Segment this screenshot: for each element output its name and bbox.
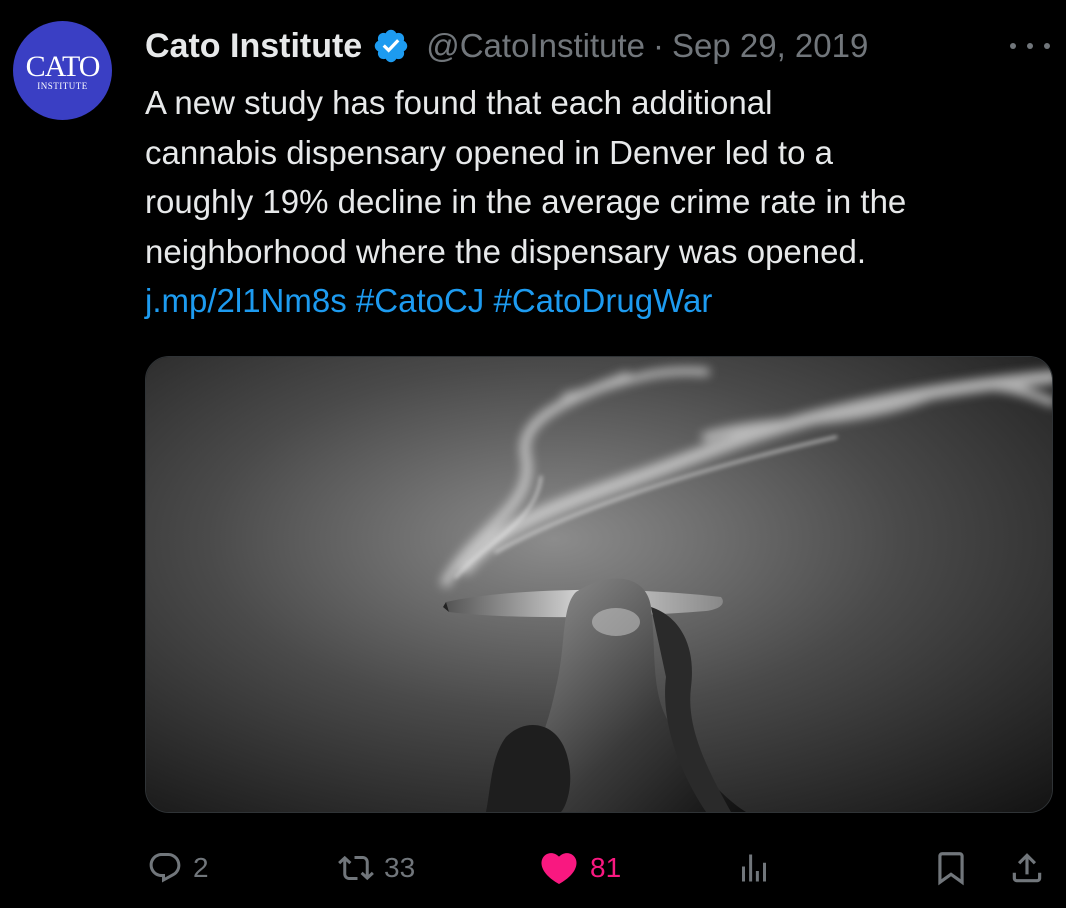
tweet-text-line: neighborhood where the dispensary was op…: [145, 232, 867, 270]
avatar-logo-subtext: INSTITUTE: [37, 81, 88, 91]
hashtag-link[interactable]: #CatoDrugWar: [493, 282, 712, 319]
views-icon: [736, 850, 772, 886]
tweet-header: Cato Institute @CatoInstitute · Sep 29, …: [145, 24, 868, 68]
tweet-text-line: cannabis dispensary opened in Denver led…: [145, 133, 833, 171]
author-handle[interactable]: @CatoInstitute: [426, 27, 645, 65]
reply-button[interactable]: 2: [147, 848, 209, 888]
heart-icon: [538, 847, 580, 889]
tweet-link[interactable]: j.mp/2l1Nm8s: [145, 282, 347, 319]
retweet-count: 33: [384, 852, 416, 883]
hashtag-link[interactable]: #CatoCJ: [356, 282, 484, 319]
action-bar: 2 33 81: [0, 838, 1066, 898]
tweet-text-line: roughly 19% decline in the average crime…: [145, 183, 907, 220]
author-name[interactable]: Cato Institute: [145, 27, 362, 66]
bookmark-button[interactable]: [932, 848, 970, 888]
retweet-icon: [338, 850, 374, 886]
like-button[interactable]: 81: [538, 848, 621, 888]
retweet-button[interactable]: 33: [338, 848, 415, 888]
reply-count: 2: [193, 852, 209, 883]
tweet-date[interactable]: Sep 29, 2019: [672, 27, 868, 65]
tweet-image[interactable]: [145, 356, 1053, 813]
avatar[interactable]: CATO INSTITUTE: [13, 21, 112, 120]
tweet-text: A new study has found that each addition…: [145, 78, 1045, 326]
image-joint-smoke: [146, 357, 1052, 812]
more-options-icon[interactable]: [1010, 34, 1050, 58]
share-icon: [1008, 849, 1046, 887]
tweet[interactable]: CATO INSTITUTE Cato Institute @CatoInsti…: [0, 0, 1066, 908]
share-button[interactable]: [1008, 848, 1046, 888]
reply-icon: [147, 850, 183, 886]
bookmark-icon: [932, 849, 970, 887]
like-count: 81: [590, 852, 622, 883]
separator-dot: ·: [653, 27, 664, 64]
avatar-logo-text: CATO: [25, 50, 101, 83]
views-button[interactable]: [736, 848, 772, 888]
verified-badge-icon[interactable]: [372, 27, 410, 65]
tweet-text-line: A new study has found that each addition…: [145, 84, 773, 121]
